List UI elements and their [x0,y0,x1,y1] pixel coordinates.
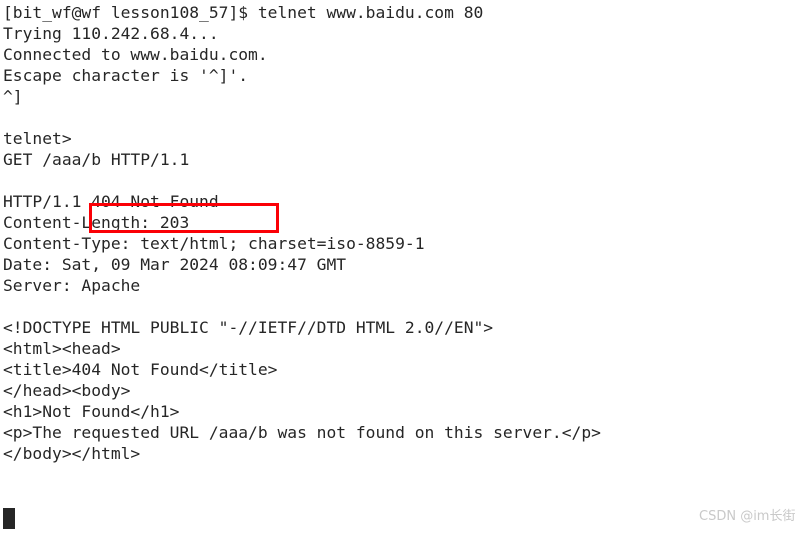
terminal-screenshot: [bit_wf@wf lesson108_57]$ telnet www.bai… [0,0,807,536]
csdn-watermark: CSDN @im长街 [699,509,796,524]
terminal-line: <html><head> [3,339,121,358]
terminal-line: <p>The requested URL /aaa/b was not foun… [3,423,601,442]
terminal-line: Server: Apache [3,276,141,295]
terminal-cursor [3,508,15,529]
terminal-line: ^] [3,87,23,106]
terminal-line: Escape character is '^]'. [3,66,249,85]
terminal-line: </body></html> [3,444,141,463]
terminal-line: Content-Type: text/html; charset=iso-885… [3,234,425,253]
terminal-output[interactable]: [bit_wf@wf lesson108_57]$ telnet www.bai… [0,0,807,536]
terminal-line: </head><body> [3,381,131,400]
terminal-line: Content-Length: 203 [3,213,190,232]
terminal-line: <title>404 Not Found</title> [3,360,278,379]
terminal-line: Trying 110.242.68.4... [3,24,219,43]
terminal-line: HTTP/1.1 404 Not Found [3,192,219,211]
terminal-line: Date: Sat, 09 Mar 2024 08:09:47 GMT [3,255,347,274]
terminal-line: GET /aaa/b HTTP/1.1 [3,150,190,169]
terminal-line: [bit_wf@wf lesson108_57]$ telnet www.bai… [3,3,484,22]
terminal-line: Connected to www.baidu.com. [3,45,268,64]
terminal-line: telnet> [3,129,72,148]
terminal-line: <h1>Not Found</h1> [3,402,180,421]
terminal-line: <!DOCTYPE HTML PUBLIC "-//IETF//DTD HTML… [3,318,494,337]
